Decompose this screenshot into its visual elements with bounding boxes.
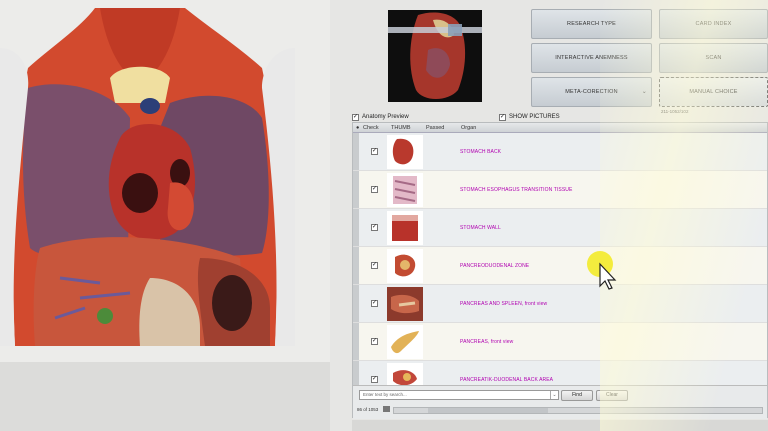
chevron-down-icon[interactable]: ⌄ [550, 391, 558, 399]
research-type-button[interactable]: RESEARCH TYPE [531, 9, 652, 39]
clear-button[interactable]: Clear [596, 390, 628, 401]
table-row[interactable]: ✓ PANCREAS AND SPLEEN, front view [353, 285, 767, 323]
card-index-button[interactable]: CARD INDEX [659, 9, 768, 39]
organ-thumbnail [387, 363, 423, 385]
row-gutter [353, 323, 359, 360]
header-passed[interactable]: Passed [426, 125, 444, 131]
organ-thumbnail [387, 173, 423, 207]
anatomy-cross-section-image[interactable] [0, 8, 295, 346]
table-row[interactable]: ✓ STOMACH WALL [353, 209, 767, 247]
row-gutter [353, 285, 359, 322]
header-check[interactable]: Check [363, 125, 379, 131]
organ-label: PANCREAS, front view [460, 339, 514, 345]
row-checkbox[interactable]: ✓ [371, 262, 378, 269]
chevron-down-icon: ⌄ [641, 89, 647, 95]
table-row[interactable]: ✓ STOMACH BACK [353, 133, 767, 171]
scan-button[interactable]: SCAN [659, 43, 768, 73]
organ-thumbnail [387, 287, 423, 321]
row-checkbox[interactable]: ✓ [371, 186, 378, 193]
research-toolbar: RESEARCH TYPE CARD INDEX INTERACTIVE ANE… [531, 9, 768, 109]
scrollbar-thumb[interactable] [428, 408, 548, 413]
header-marker: ● [356, 125, 360, 131]
organ-thumbnail [387, 249, 423, 283]
meta-number: 211-1052/102 [661, 109, 689, 114]
row-gutter [353, 209, 359, 246]
header-organ[interactable]: Organ [461, 125, 476, 131]
organ-thumbnail [387, 211, 423, 245]
anatomy-panel [0, 0, 330, 431]
preview-thumbnail[interactable] [388, 10, 482, 102]
table-row[interactable]: ✓ STOMACH ESOPHAGUS TRANSITION TISSUE [353, 171, 767, 209]
table-row[interactable]: ✓ PANCREAS, front view [353, 323, 767, 361]
mouse-pointer-icon [582, 250, 622, 290]
anatomy-preview-label: Anatomy Preview [362, 114, 409, 120]
show-pictures-label: SHOW PICTURES [509, 114, 560, 120]
row-gutter [353, 247, 359, 284]
organ-label: STOMACH WALL [460, 225, 501, 231]
organ-label: STOMACH BACK [460, 149, 502, 155]
manual-choice-button[interactable]: MANUAL CHOICE [659, 77, 768, 107]
organ-list-panel: ● Check THUMB Passed Organ ✓ STOMACH BAC… [352, 122, 768, 419]
row-checkbox[interactable]: ✓ [371, 224, 378, 231]
organ-label: STOMACH ESOPHAGUS TRANSITION TISSUE [460, 187, 573, 193]
printer-icon[interactable] [383, 406, 390, 412]
left-lower-strip [0, 362, 330, 431]
search-input[interactable]: Enter text by search... ⌄ [359, 390, 559, 400]
bottom-strip [352, 420, 768, 431]
show-pictures-checkbox[interactable]: ✓ [499, 113, 506, 121]
row-gutter [353, 361, 359, 385]
search-placeholder: Enter text by search... [363, 392, 407, 397]
horizontal-scrollbar[interactable] [393, 407, 763, 414]
row-gutter [353, 133, 359, 170]
show-pictures-option[interactable]: ✓ SHOW PICTURES [499, 112, 560, 122]
anatomy-preview-option[interactable]: ✓ Anatomy Preview [352, 112, 409, 122]
organ-label: PANCREATIK-DUODENAL BACK AREA [460, 377, 554, 383]
header-thumb[interactable]: THUMB [391, 125, 411, 131]
list-body: ✓ STOMACH BACK ✓ STOMACH ESOPHAGUS TRANS… [353, 133, 767, 385]
list-header: ● Check THUMB Passed Organ [353, 123, 767, 133]
anatomy-preview-checkbox[interactable]: ✓ [352, 113, 359, 121]
row-checkbox[interactable]: ✓ [371, 338, 378, 345]
find-button[interactable]: Find [561, 390, 593, 401]
table-row[interactable]: ✓ PANCREODUODENAL ZONE [353, 247, 767, 285]
row-checkbox[interactable]: ✓ [371, 300, 378, 307]
organ-thumbnail [387, 135, 423, 169]
organ-label: PANCREODUODENAL ZONE [460, 263, 530, 269]
interactive-anemness-button[interactable]: INTERACTIVE ANEMNESS [531, 43, 652, 73]
row-checkbox[interactable]: ✓ [371, 148, 378, 155]
row-gutter [353, 171, 359, 208]
list-footer: Enter text by search... ⌄ Find Clear 86 … [353, 385, 767, 419]
meta-correction-dropdown[interactable]: META-CORECTION ⌄ [531, 77, 652, 107]
record-count: 86 of 1053 [357, 407, 379, 412]
organ-label: PANCREAS AND SPLEEN, front view [460, 301, 548, 307]
organ-thumbnail [387, 325, 423, 359]
table-row[interactable]: ✓ PANCREATIK-DUODENAL BACK AREA [353, 361, 767, 385]
row-checkbox[interactable]: ✓ [371, 376, 378, 383]
meta-correction-label: META-CORECTION [565, 89, 618, 95]
